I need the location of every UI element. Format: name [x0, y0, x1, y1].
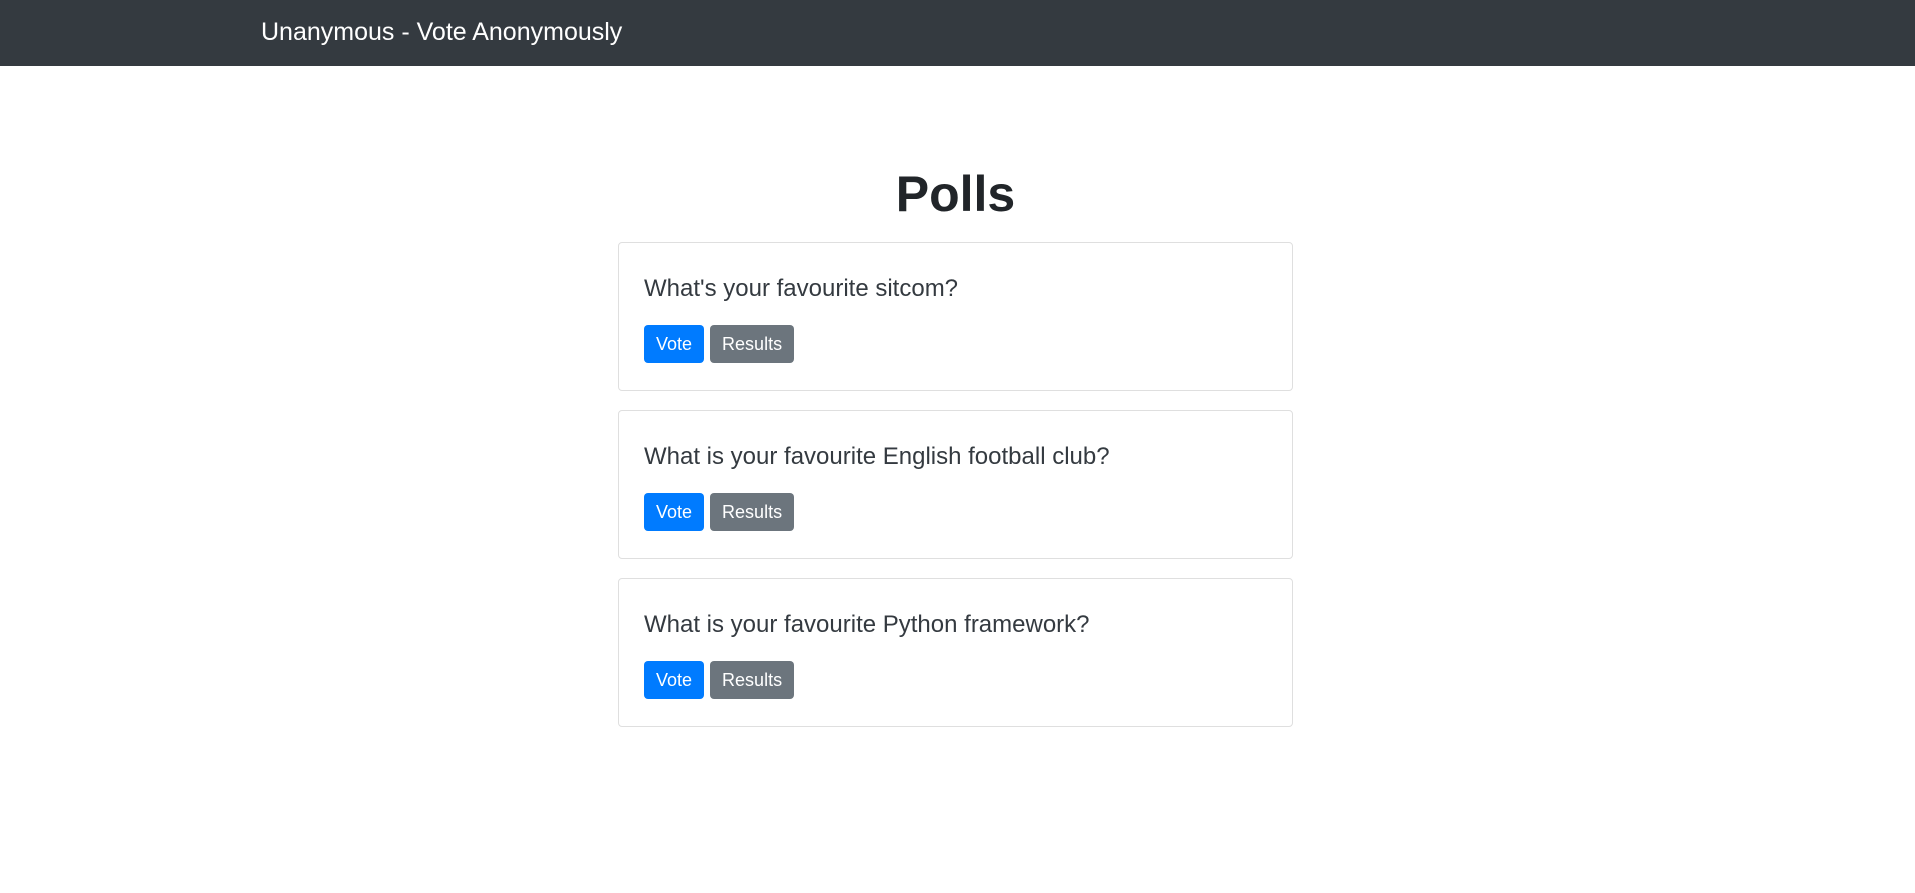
vote-button[interactable]: Vote [644, 493, 705, 531]
main-content: Polls What's your favourite sitcom? Vote… [618, 66, 1293, 727]
navbar-brand-link[interactable]: Unanymous - Vote Anonymously [261, 16, 622, 48]
page-title: Polls [895, 166, 1016, 222]
results-button[interactable]: Results [710, 661, 795, 699]
poll-actions: Vote Results [644, 493, 795, 531]
page-title-container: Polls [618, 66, 1293, 242]
results-button[interactable]: Results [710, 325, 795, 363]
poll-card: What's your favourite sitcom? Vote Resul… [618, 242, 1293, 391]
poll-question: What is your favourite English football … [644, 443, 1110, 470]
vote-button[interactable]: Vote [644, 661, 705, 699]
poll-actions: Vote Results [644, 661, 795, 699]
results-button[interactable]: Results [710, 493, 795, 531]
poll-list: What's your favourite sitcom? Vote Resul… [618, 242, 1293, 727]
poll-actions: Vote Results [644, 325, 795, 363]
vote-button[interactable]: Vote [644, 325, 705, 363]
poll-question: What is your favourite Python framework? [644, 611, 1090, 638]
poll-card: What is your favourite Python framework?… [618, 578, 1293, 727]
poll-question: What's your favourite sitcom? [644, 275, 959, 302]
poll-card: What is your favourite English football … [618, 410, 1293, 559]
top-navbar: Unanymous - Vote Anonymously [0, 0, 1915, 66]
